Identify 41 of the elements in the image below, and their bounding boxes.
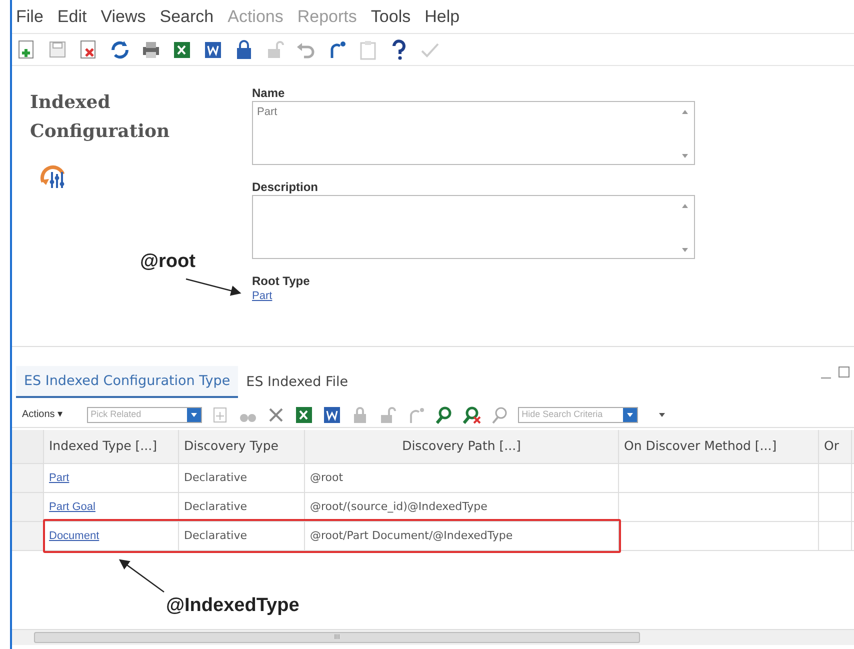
search-clear-icon[interactable] [462, 404, 482, 424]
maximize-icon[interactable] [838, 366, 850, 378]
menu-item[interactable]: Views [100, 4, 146, 30]
annotation-label: @IndexedType [166, 594, 300, 618]
field-label: Description [252, 179, 318, 196]
actions-button[interactable]: Actions ▾ [22, 407, 63, 422]
item-link[interactable]: Part Goal [49, 498, 96, 516]
text-area[interactable]: Part [252, 101, 695, 165]
table-cell-text: @root/Part Document/@IndexedType [310, 528, 513, 544]
search-icon[interactable] [434, 404, 454, 424]
refresh-icon[interactable] [109, 38, 131, 60]
field-label: Name [252, 85, 285, 102]
text-area[interactable] [252, 195, 695, 259]
column-header[interactable]: On Discover Method [...] [619, 430, 819, 463]
column-header[interactable]: Discovery Type [179, 430, 305, 463]
menu-item[interactable]: Edit [57, 4, 87, 30]
tab[interactable]: ES Indexed Configuration Type [16, 366, 238, 398]
menu-item[interactable]: Tools [370, 4, 411, 30]
form-title: Indexed Configuration [30, 91, 171, 144]
table-cell-text: Declarative [184, 528, 247, 544]
field-label: Root Type [252, 273, 310, 290]
table-cell-text: @root [310, 470, 344, 486]
document-icon[interactable] [322, 404, 342, 424]
menu-item[interactable]: Help [424, 4, 460, 30]
item-link[interactable]: Document [49, 528, 100, 544]
table-cell-text: @root/(source_id)@IndexedType [310, 498, 488, 515]
root-type-link[interactable]: Part [252, 288, 272, 304]
menu-item[interactable]: Search [160, 4, 214, 30]
menu-item[interactable]: File [16, 4, 44, 30]
item-link[interactable]: Part [49, 470, 70, 486]
spreadsheet-icon[interactable] [294, 404, 314, 424]
dropdown-icon[interactable] [622, 408, 637, 422]
dropdown-icon[interactable] [186, 408, 201, 422]
column-header[interactable]: Indexed Type [...] [44, 430, 179, 463]
annotation-label: @root [140, 250, 196, 274]
table-cell-text: Declarative [184, 470, 247, 486]
column-header[interactable]: Discovery Path [...] [305, 430, 619, 463]
table-cell-text: Declarative [184, 498, 247, 515]
column-header[interactable]: Or [819, 430, 852, 463]
tab[interactable]: ES Indexed File [238, 366, 356, 398]
field-value: Part [257, 105, 278, 120]
